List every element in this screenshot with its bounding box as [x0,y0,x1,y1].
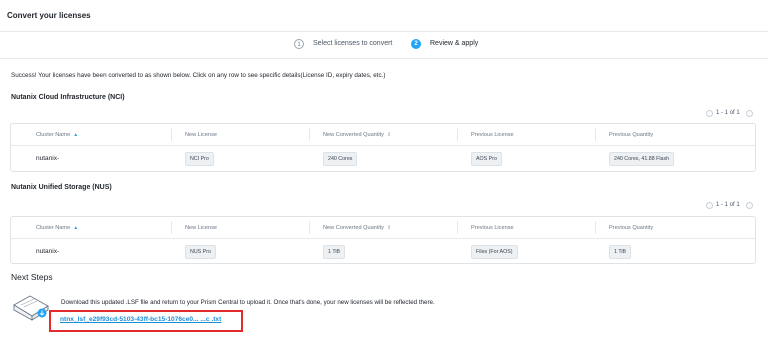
column-header-cluster-name[interactable]: Cluster Name ▲ [36,132,78,138]
nci-pager-label: 1 - 1 of 1 [716,110,740,116]
next-steps-title: Next Steps [11,272,53,282]
prev-page-button[interactable] [706,110,713,117]
column-header-new-license[interactable]: New License [185,225,217,231]
cluster-name-cell: nutanix- [36,248,60,255]
column-header-new-converted-quantity[interactable]: New Converted Quantity ⇕ [323,225,391,231]
table-header-divider [11,238,755,239]
nus-section-title: Nutanix Unified Storage (NUS) [11,184,112,191]
license-file-icon [12,293,50,323]
column-separator [457,221,458,234]
step-1-label[interactable]: Select licenses to convert [313,40,392,47]
new-quantity-badge: 1 TiB [323,245,346,259]
new-license-badge: NCI Pro [185,152,214,166]
previous-license-badge: AOS Pro [471,152,502,166]
nci-section-title: Nutanix Cloud Infrastructure (NCI) [11,94,125,101]
nus-table: Cluster Name ▲ New License New Converted … [10,216,756,264]
column-separator [171,221,172,234]
next-page-button[interactable] [746,202,753,209]
previous-license-badge: Files (For AOS) [471,245,518,259]
column-header-previous-license[interactable]: Previous License [471,225,514,231]
sort-arrow-icon[interactable]: ▲ [73,225,78,231]
header-divider [0,31,768,32]
next-page-button[interactable] [746,110,753,117]
table-header-divider [11,145,755,146]
next-steps-description: Download this updated .LSF file and retu… [61,299,435,306]
previous-quantity-badge: 240 Cores, 41.88 Flash [609,152,675,166]
step-2-number: 2 [411,39,421,49]
sort-icon[interactable]: ⇕ [387,132,391,138]
column-header-previous-quantity[interactable]: Previous Quantity [609,225,653,231]
column-separator [595,128,596,141]
cluster-name-cell: nutanix- [36,155,60,162]
step-2-label: Review & apply [430,40,479,47]
column-header-new-license[interactable]: New License [185,132,217,138]
step-1-number[interactable]: 1 [294,39,304,49]
page-title: Convert your licenses [7,11,91,20]
nus-pager-label: 1 - 1 of 1 [716,202,740,208]
steps-divider [0,58,768,59]
column-header-cluster-name[interactable]: Cluster Name ▲ [36,225,78,231]
success-message: Success! Your licenses have been convert… [11,72,386,79]
new-quantity-badge: 240 Cores [323,152,358,166]
previous-quantity-badge: 1 TiB [609,245,632,259]
new-license-badge: NUS Pro [185,245,216,259]
column-separator [457,128,458,141]
column-header-previous-quantity[interactable]: Previous Quantity [609,132,653,138]
sort-arrow-icon[interactable]: ▲ [73,132,78,138]
column-separator [309,221,310,234]
nci-table: Cluster Name ▲ New License New Converted … [10,123,756,172]
column-header-new-converted-quantity[interactable]: New Converted Quantity ⇕ [323,132,391,138]
column-separator [309,128,310,141]
prev-page-button[interactable] [706,202,713,209]
column-separator [595,221,596,234]
column-separator [171,128,172,141]
download-file-link[interactable]: ntnx_lsf_e29f93cd-5103-43ff-bc15-1076ce0… [60,316,221,323]
sort-icon[interactable]: ⇕ [387,225,391,231]
column-header-previous-license[interactable]: Previous License [471,132,514,138]
